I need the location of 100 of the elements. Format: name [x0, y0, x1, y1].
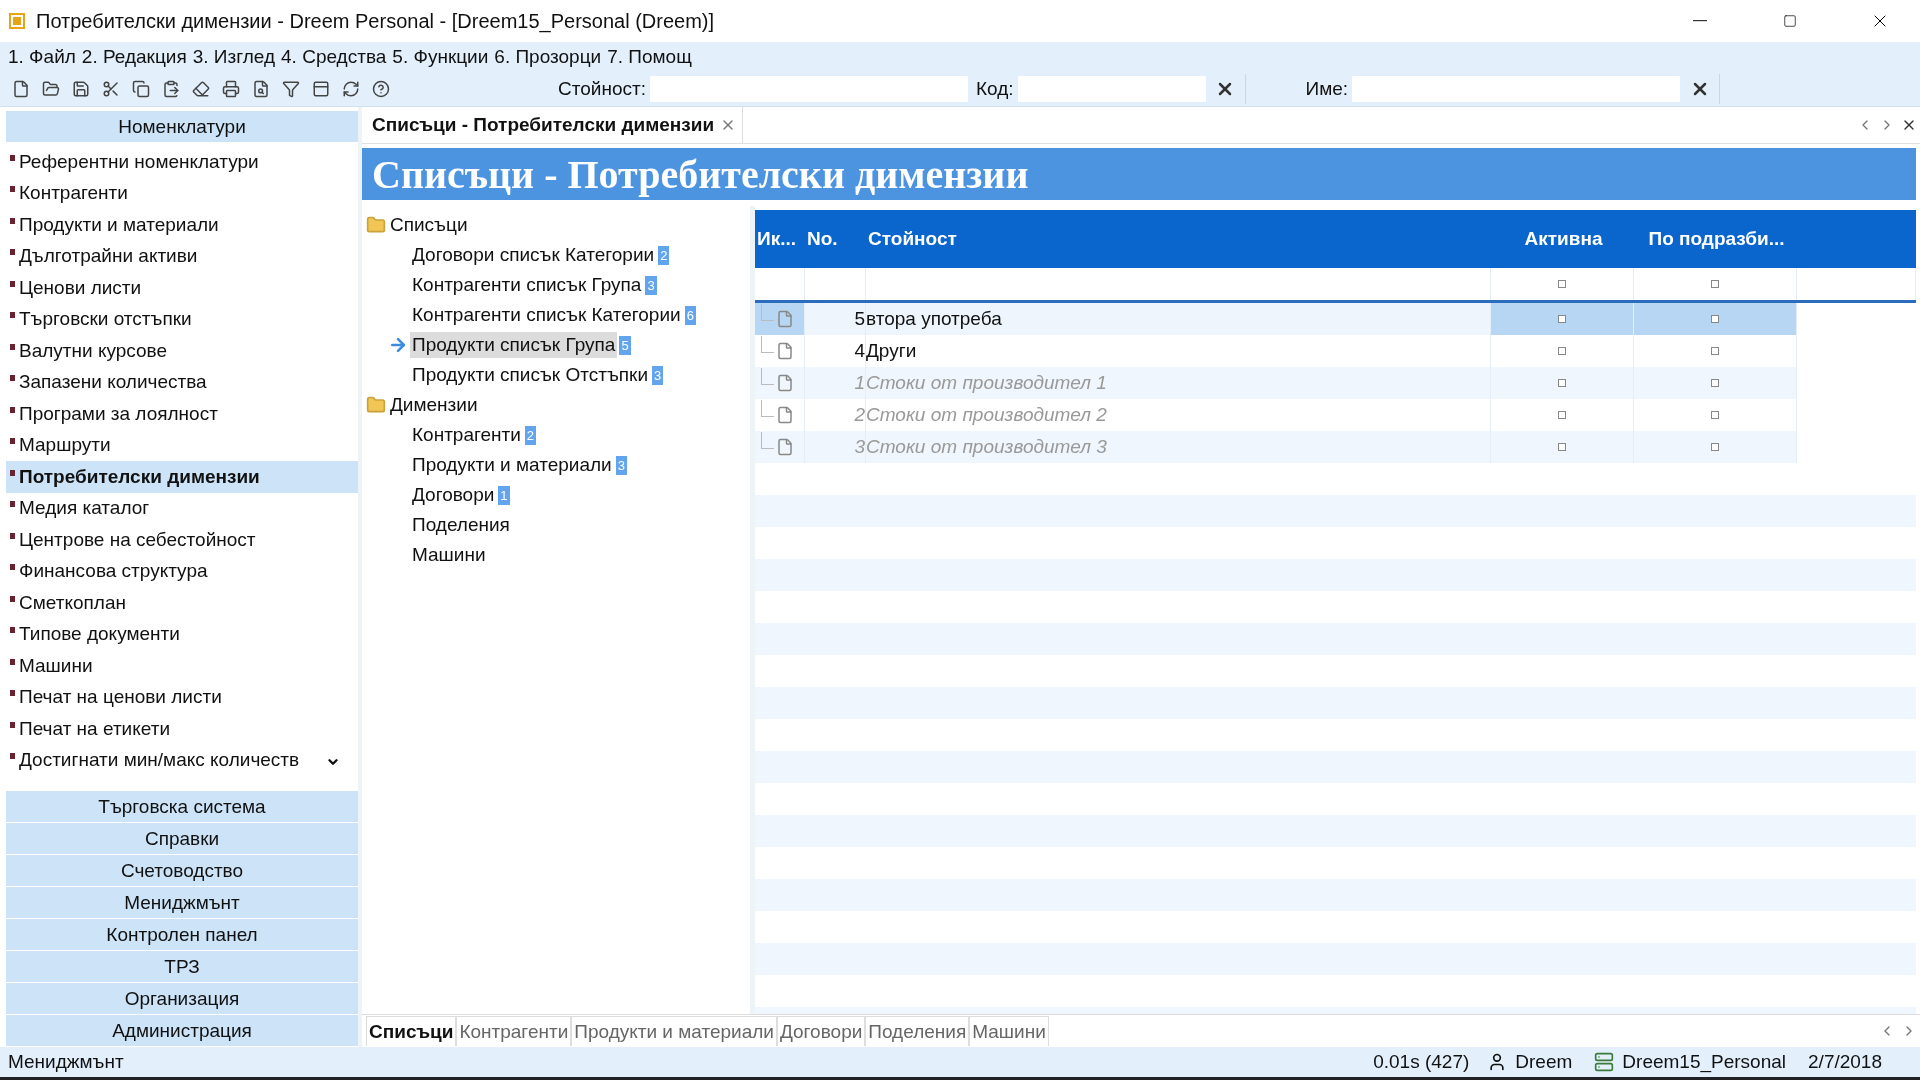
menu-item[interactable]: 7. Помощ	[607, 46, 692, 68]
tree-item[interactable]: Поделения	[410, 512, 512, 538]
column-header[interactable]: Ик...	[755, 228, 805, 250]
filter-checkbox[interactable]	[1711, 280, 1719, 288]
bottom-tab[interactable]: Списъци	[366, 1016, 457, 1046]
page-title: Списъци - Потребителски димензии	[362, 148, 1916, 200]
nav-item[interactable]: Контрагенти	[6, 177, 358, 209]
field-label: Име:	[1305, 78, 1349, 100]
table-cell: Стоки от производител 1	[866, 372, 1107, 394]
section-button[interactable]: Мениджмънт	[6, 887, 358, 919]
tree-item[interactable]: Контрагенти списък Категории	[410, 302, 683, 328]
input-field[interactable]	[1017, 76, 1206, 102]
nav-item[interactable]: Запазени количества	[6, 366, 358, 398]
table-row[interactable]: 5втора употреба	[755, 303, 1916, 335]
column-header[interactable]: По подразби...	[1634, 228, 1797, 250]
count-badge: 3	[652, 365, 664, 385]
tree-item[interactable]: Контрагенти списък Група	[410, 272, 644, 298]
bullet-icon	[10, 690, 15, 697]
filter-checkbox[interactable]	[1558, 280, 1566, 288]
section-button[interactable]: ТРЗ	[6, 951, 358, 983]
nav-item[interactable]: Дълготрайни активи	[6, 240, 358, 272]
input-field[interactable]	[649, 76, 968, 102]
bullet-icon	[10, 721, 15, 728]
checkbox[interactable]	[1711, 315, 1719, 323]
count-badge: 2	[658, 245, 670, 265]
column-header[interactable]: No.	[805, 228, 866, 250]
nav-item[interactable]: Медия каталог	[6, 492, 358, 524]
minimize-icon	[1693, 20, 1707, 22]
table-cell-text: 1	[853, 372, 865, 394]
nav-item[interactable]: Достигнати мин/макс количеств	[6, 744, 358, 776]
table-cell-text: 2	[853, 404, 865, 426]
bullet-icon	[10, 249, 15, 256]
bottom-tab[interactable]: Поделения	[865, 1016, 970, 1046]
bullet-icon	[10, 532, 15, 539]
tree-item[interactable]: Контрагенти	[410, 422, 523, 448]
menu-item[interactable]: 2. Редакция	[81, 46, 187, 68]
menu-item[interactable]: 3. Изглед	[192, 46, 276, 68]
document-icon	[776, 438, 794, 456]
tree-item[interactable]: Димензии	[388, 392, 480, 418]
timing-text: 0.01s (427)	[1373, 1051, 1470, 1073]
section-button[interactable]: Администрация	[6, 1015, 358, 1047]
nav-item[interactable]: Продукти и материали	[6, 209, 358, 241]
status-text: Мениджмънт	[8, 1051, 124, 1073]
tree-item[interactable]: Продукти и материали	[410, 452, 614, 478]
nav-item[interactable]: Референтни номенклатури	[6, 146, 358, 178]
document-tab[interactable]: Списъци - Потребителски димензии	[366, 107, 744, 143]
column-header[interactable]: Стойност	[866, 228, 1491, 250]
window-title: Потребителски димензии - Dreem Personal - [Dreem15_Personal (Dreem)]	[36, 9, 716, 33]
tree-item[interactable]: Продукти списък Отстъпки	[410, 362, 650, 388]
nav-item[interactable]: Печат на ценови листи	[6, 681, 358, 713]
checkbox[interactable]	[1711, 347, 1719, 355]
nav-item[interactable]: Потребителски димензии	[6, 461, 358, 493]
section-button[interactable]: Контролен панел	[6, 919, 358, 951]
nav-item[interactable]: Сметкоплан	[6, 587, 358, 619]
table-cell: Стоки от производител 2	[866, 404, 1107, 426]
count-badge: 3	[645, 275, 657, 295]
table-cell: Стоки от производител 3	[866, 436, 1107, 458]
nav-item[interactable]: Печат на етикети	[6, 713, 358, 745]
section-button[interactable]: Счетоводство	[6, 855, 358, 887]
section-button[interactable]: Справки	[6, 823, 358, 855]
section-header[interactable]: Номенклатури	[6, 111, 358, 143]
tree-item[interactable]: Договори	[410, 482, 497, 508]
tree-item[interactable]: Списъци	[388, 212, 470, 238]
section-button[interactable]: Организация	[6, 983, 358, 1015]
menu-item[interactable]: 1. Файл	[8, 46, 76, 68]
count-badge: 1	[498, 485, 510, 505]
checkbox[interactable]	[1558, 347, 1566, 355]
folder-icon	[364, 395, 388, 415]
menu-item[interactable]: 6. Прозорци	[494, 46, 602, 68]
nav-item[interactable]: Програми за лоялност	[6, 398, 358, 430]
count-badge: 5	[619, 335, 631, 355]
tree-item[interactable]: Машини	[410, 542, 488, 568]
table-cell: втора употреба	[866, 308, 1002, 330]
nav-item[interactable]: Маршрути	[6, 429, 358, 461]
menu-item[interactable]: 5. Функции	[392, 46, 489, 68]
nav-item[interactable]: Финансова структура	[6, 555, 358, 587]
tree-item[interactable]: Договори списък Категории	[410, 242, 657, 268]
count-badge: 3	[615, 455, 627, 475]
nav-item[interactable]: Валутни курсове	[6, 335, 358, 367]
column-header[interactable]: Активна	[1491, 228, 1634, 250]
section-button[interactable]: Търговска система	[6, 791, 358, 823]
nav-item[interactable]: Машини	[6, 650, 358, 682]
bottom-tab[interactable]: Продукти и материали	[571, 1016, 777, 1046]
bottom-tab[interactable]: Контрагенти	[456, 1016, 572, 1046]
bottom-tab[interactable]: Машини	[969, 1016, 1049, 1046]
menu-item[interactable]: 4. Средства	[281, 46, 387, 68]
nav-item[interactable]: Центрове на себестойност	[6, 524, 358, 556]
input-field[interactable]	[1352, 76, 1681, 102]
nav-item[interactable]: Типове документи	[6, 618, 358, 650]
bottom-tab[interactable]: Договори	[776, 1016, 866, 1046]
bullet-icon	[10, 469, 15, 476]
nav-item[interactable]: Ценови листи	[6, 272, 358, 304]
field-label: Код:	[975, 78, 1014, 100]
bullet-icon	[10, 438, 15, 445]
table-cell: Други	[866, 340, 917, 362]
nav-item[interactable]: Търговски отстъпки	[6, 303, 358, 335]
checkbox[interactable]	[1558, 315, 1566, 323]
arrow-icon	[388, 335, 408, 355]
user-name: Dreem	[1515, 1051, 1573, 1073]
tree-item[interactable]: Продукти списък Група	[410, 332, 618, 358]
